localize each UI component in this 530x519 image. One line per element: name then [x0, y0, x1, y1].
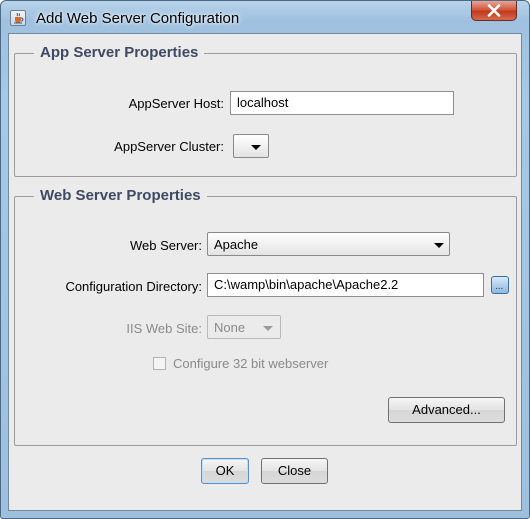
iis-web-site-value: None — [214, 320, 246, 335]
close-icon — [487, 4, 501, 17]
web-server-dropdown[interactable]: Apache — [207, 232, 450, 256]
config-directory-label: Configuration Directory: — [65, 279, 202, 294]
appserver-cluster-label: AppServer Cluster: — [114, 139, 224, 154]
iis-web-site-dropdown[interactable]: None — [207, 315, 281, 339]
close-button[interactable]: Close — [261, 458, 328, 484]
configure-32bit-checkbox[interactable] — [153, 357, 166, 370]
web-server-group-title: Web Server Properties — [34, 187, 207, 204]
configure-32bit-label: Configure 32 bit webserver — [173, 356, 329, 371]
configure-32bit-row[interactable]: Configure 32 bit webserver — [153, 355, 363, 375]
app-server-group-title: App Server Properties — [34, 44, 205, 61]
window-title: Add Web Server Configuration — [36, 10, 240, 27]
chevron-down-icon — [251, 145, 261, 150]
config-directory-input[interactable]: C:\wamp\bin\apache\Apache2.2 — [207, 273, 484, 297]
appserver-host-label: AppServer Host: — [128, 96, 224, 111]
title-bar[interactable]: Add Web Server Configuration — [1, 1, 529, 33]
chevron-down-icon — [434, 243, 444, 248]
web-server-value: Apache — [214, 237, 259, 252]
dialog-content: App Server Properties AppServer Host: lo… — [8, 33, 522, 511]
app-server-group: App Server Properties AppServer Host: lo… — [14, 44, 517, 177]
advanced-button[interactable]: Advanced... — [388, 397, 505, 423]
chevron-down-icon — [263, 326, 273, 331]
ok-button[interactable]: OK — [201, 458, 249, 484]
web-server-label: Web Server: — [129, 238, 202, 253]
appserver-cluster-dropdown[interactable] — [233, 134, 269, 158]
appserver-host-input[interactable]: localhost — [230, 91, 454, 115]
iis-web-site-label: IIS Web Site: — [126, 321, 202, 336]
web-server-group: Web Server Properties Web Server: Apache… — [14, 187, 517, 446]
dialog-window: Add Web Server Configuration App Server … — [0, 0, 530, 519]
java-cup-icon — [10, 10, 26, 26]
browse-icon[interactable]: ... — [491, 276, 509, 294]
close-window-button[interactable] — [471, 1, 517, 21]
